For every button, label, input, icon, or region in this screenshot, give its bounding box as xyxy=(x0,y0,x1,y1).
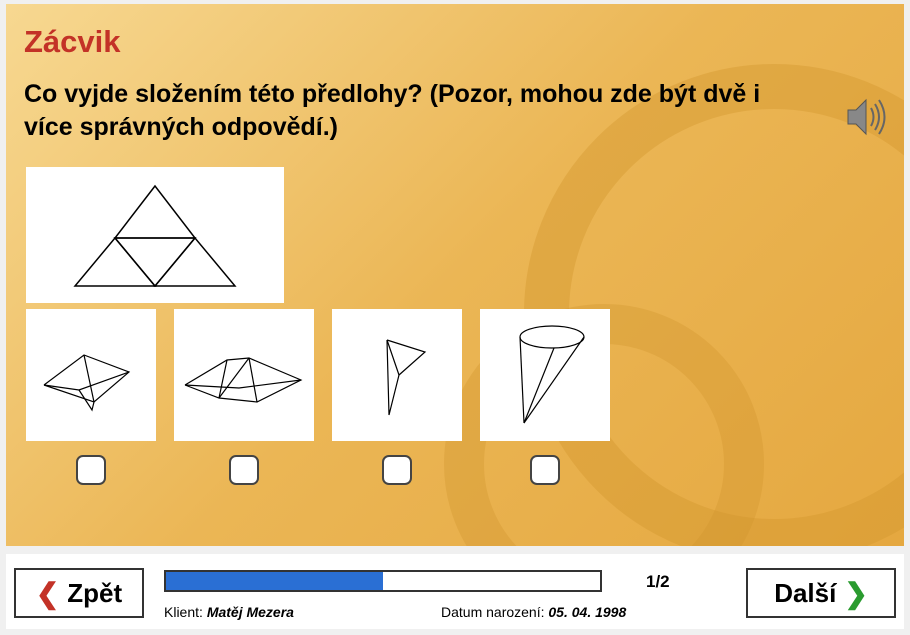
checkbox-1[interactable] xyxy=(76,455,106,485)
page-indicator: 1/2 xyxy=(646,572,670,592)
next-button[interactable]: Další ❯ xyxy=(746,568,896,618)
client-name: Matěj Mezera xyxy=(207,604,294,620)
option-3 xyxy=(332,309,462,485)
chevron-right-icon: ❯ xyxy=(844,577,867,610)
option-4 xyxy=(480,309,610,485)
option-image-3[interactable] xyxy=(332,309,462,441)
source-image xyxy=(26,167,284,303)
footer: ❮ Zpět 1/2 Klient: Matěj Mezera Datum na… xyxy=(6,554,904,629)
back-button[interactable]: ❮ Zpět xyxy=(14,568,144,618)
chevron-left-icon: ❮ xyxy=(36,577,59,610)
checkbox-4[interactable] xyxy=(530,455,560,485)
progress-bar xyxy=(164,570,602,592)
option-image-1[interactable] xyxy=(26,309,156,441)
client-label: Klient: xyxy=(164,604,207,620)
checkbox-2[interactable] xyxy=(229,455,259,485)
progress-fill xyxy=(166,572,383,590)
dob-value: 05. 04. 1998 xyxy=(548,604,626,620)
page-title: Zácvik xyxy=(6,4,904,60)
option-image-2[interactable] xyxy=(174,309,314,441)
next-button-label: Další xyxy=(774,578,836,609)
dob-label: Datum narození: xyxy=(441,604,548,620)
option-2 xyxy=(174,309,314,485)
dob-info: Datum narození: 05. 04. 1998 xyxy=(441,604,626,620)
question-text: Co vyjde složením této předlohy? (Pozor,… xyxy=(6,60,904,143)
options-row xyxy=(26,309,904,485)
client-info: Klient: Matěj Mezera xyxy=(164,604,294,620)
option-image-4[interactable] xyxy=(480,309,610,441)
checkbox-3[interactable] xyxy=(382,455,412,485)
back-button-label: Zpět xyxy=(67,578,122,609)
option-1 xyxy=(26,309,156,485)
speaker-icon[interactable] xyxy=(840,92,890,142)
main-area: Zácvik Co vyjde složením této předlohy? … xyxy=(6,4,904,546)
